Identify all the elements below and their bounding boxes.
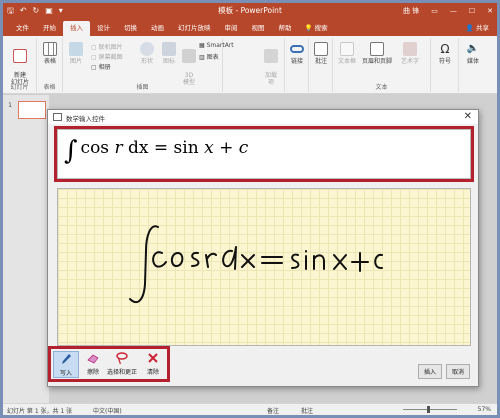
- share-button[interactable]: 👤 共享: [466, 22, 489, 32]
- tab-animations[interactable]: 动画: [144, 21, 171, 36]
- slide-number: 1: [8, 101, 13, 109]
- media-button[interactable]: 🔈 媒体: [462, 42, 484, 65]
- chart-button[interactable]: ▥ 图表: [199, 52, 219, 61]
- slide-thumbnail[interactable]: [18, 101, 46, 119]
- tab-view[interactable]: 视图: [245, 21, 272, 36]
- zoom-slider[interactable]: [403, 409, 457, 410]
- group-illustrations: 图片 ▢ 联机图片 ▢ 屏幕截图 ▢ 相册 形状 图标 3D 模型 ▦ Smar…: [63, 38, 234, 92]
- insert-button[interactable]: 插入: [417, 364, 442, 379]
- group-comments: 批注: [309, 38, 333, 92]
- user-name[interactable]: 曲 锋: [403, 5, 419, 17]
- new-slide-button[interactable]: 新建 幻灯片: [5, 42, 35, 86]
- tab-design[interactable]: 设计: [90, 21, 117, 36]
- comments-button[interactable]: 批注: [301, 406, 313, 415]
- cube-icon: [182, 49, 196, 63]
- dialog-title-bar: 数学输入控件 ✕: [48, 110, 478, 124]
- minimize-icon[interactable]: —: [450, 5, 457, 17]
- group-tables: 表格 表格: [37, 38, 63, 92]
- tab-help[interactable]: 帮助: [272, 21, 299, 36]
- formula-highlight-box: [54, 126, 474, 182]
- dialog-close-icon[interactable]: ✕: [464, 111, 472, 123]
- slide-counter: 幻灯片 第 1 张，共 1 张: [7, 408, 73, 415]
- image-icon: [69, 42, 83, 56]
- group-media: 🔈 媒体: [459, 38, 487, 92]
- icons-icon: [162, 42, 176, 56]
- language-indicator[interactable]: 中文(中国): [93, 406, 122, 415]
- math-input-app-icon: [53, 113, 62, 121]
- new-slide-icon: [13, 49, 27, 63]
- title-bar: 🖫 ↶ ↻ ▣ ▾ 模板 - PowerPoint 曲 锋 ▭ — ☐ ✕: [3, 3, 497, 19]
- table-icon: [43, 42, 57, 56]
- dialog-buttons: 插入 取消: [417, 364, 470, 379]
- tab-review[interactable]: 审阅: [218, 21, 245, 36]
- group-addins: 加载 项: [257, 38, 285, 92]
- image-button[interactable]: 图片: [65, 42, 87, 65]
- ribbon-options-icon[interactable]: ▭: [431, 5, 438, 17]
- tab-home[interactable]: 开始: [36, 21, 63, 36]
- dialog-title: 数学输入控件: [66, 115, 105, 123]
- wordart-icon: [403, 42, 417, 56]
- close-window-icon[interactable]: ✕: [487, 5, 493, 17]
- comment-icon: [314, 42, 328, 56]
- write-tool-button[interactable]: 写入: [53, 351, 79, 378]
- group-slides: 新建 幻灯片 幻灯片: [3, 38, 37, 92]
- omega-icon: Ω: [440, 42, 450, 56]
- shapes-icon: [140, 42, 154, 56]
- 3d-model-button[interactable]: 3D 模型: [179, 42, 199, 86]
- notes-button[interactable]: 备注: [267, 406, 279, 415]
- header-footer-icon: [370, 42, 384, 56]
- handwriting-pad[interactable]: [57, 188, 471, 346]
- link-icon: [290, 45, 304, 53]
- tab-slideshow[interactable]: 幻灯片放映: [171, 21, 218, 36]
- ribbon-tabs: 文件 开始 插入 设计 切换 动画 幻灯片放映 审阅 视图 帮助 💡 搜索 👤 …: [3, 19, 497, 36]
- addins-button[interactable]: 加载 项: [260, 42, 282, 86]
- tab-transitions[interactable]: 切换: [117, 21, 144, 36]
- math-input-dialog: 数学输入控件 ✕ ∫ cos r dx = sin x + c 写入 擦除 选择…: [47, 109, 479, 387]
- comment-button[interactable]: 批注: [311, 42, 331, 65]
- cancel-button[interactable]: 取消: [445, 364, 470, 379]
- ribbon: 新建 幻灯片 幻灯片 表格 表格 图片 ▢ 联机图片 ▢ 屏幕截图 ▢ 相册 形…: [3, 36, 497, 94]
- header-footer-button[interactable]: 页眉和页脚: [359, 42, 395, 65]
- online-image-button[interactable]: ▢ 联机图片: [91, 42, 123, 51]
- speaker-icon: 🔈: [466, 43, 480, 54]
- handwritten-ink: [129, 225, 383, 304]
- tab-file[interactable]: 文件: [9, 21, 36, 36]
- zoom-slider-handle[interactable]: [427, 406, 430, 413]
- tab-insert[interactable]: 插入: [63, 21, 90, 36]
- clear-tool-button[interactable]: 清除: [140, 351, 166, 376]
- icons-button[interactable]: 图标: [159, 42, 179, 65]
- screenshot-button[interactable]: ▢ 屏幕截图: [91, 52, 123, 61]
- album-button[interactable]: ▢ 相册: [91, 62, 111, 71]
- pen-icon: [62, 354, 71, 364]
- powerpoint-window: 🖫 ↶ ↻ ▣ ▾ 模板 - PowerPoint 曲 锋 ▭ — ☐ ✕ 文件…: [0, 0, 500, 418]
- lightbulb-icon: 💡: [304, 24, 313, 32]
- wordart-button[interactable]: 艺术字: [395, 42, 425, 65]
- group-symbols: Ω 符号: [431, 38, 459, 92]
- symbol-button[interactable]: Ω 符号: [434, 42, 456, 65]
- group-links: 链接: [285, 38, 309, 92]
- zoom-level[interactable]: 57%: [478, 406, 491, 413]
- select-correct-tool-button[interactable]: 选择和更正: [104, 351, 140, 376]
- status-bar: 幻灯片 第 1 张，共 1 张 中文(中国) 备注 批注 57%: [3, 403, 497, 415]
- group-text: 文本框 页眉和页脚 艺术字 文本: [333, 38, 431, 92]
- slide-thumbnail-pane: 1: [3, 95, 49, 403]
- shapes-button[interactable]: 形状: [137, 42, 157, 65]
- textbox-button[interactable]: 文本框: [335, 42, 359, 65]
- link-button[interactable]: 链接: [287, 42, 307, 65]
- tell-me-search[interactable]: 💡 搜索: [299, 21, 334, 36]
- erase-tool-button[interactable]: 擦除: [80, 351, 106, 376]
- addins-icon: [264, 49, 278, 63]
- table-button[interactable]: 表格: [39, 42, 61, 65]
- eraser-icon: [87, 354, 99, 364]
- textbox-icon: [340, 42, 354, 56]
- clear-icon: [148, 353, 158, 363]
- smartart-button[interactable]: ▦ SmartArt: [199, 42, 234, 49]
- maximize-icon[interactable]: ☐: [469, 5, 475, 17]
- lasso-icon: [116, 352, 128, 365]
- person-icon: 👤: [465, 24, 474, 32]
